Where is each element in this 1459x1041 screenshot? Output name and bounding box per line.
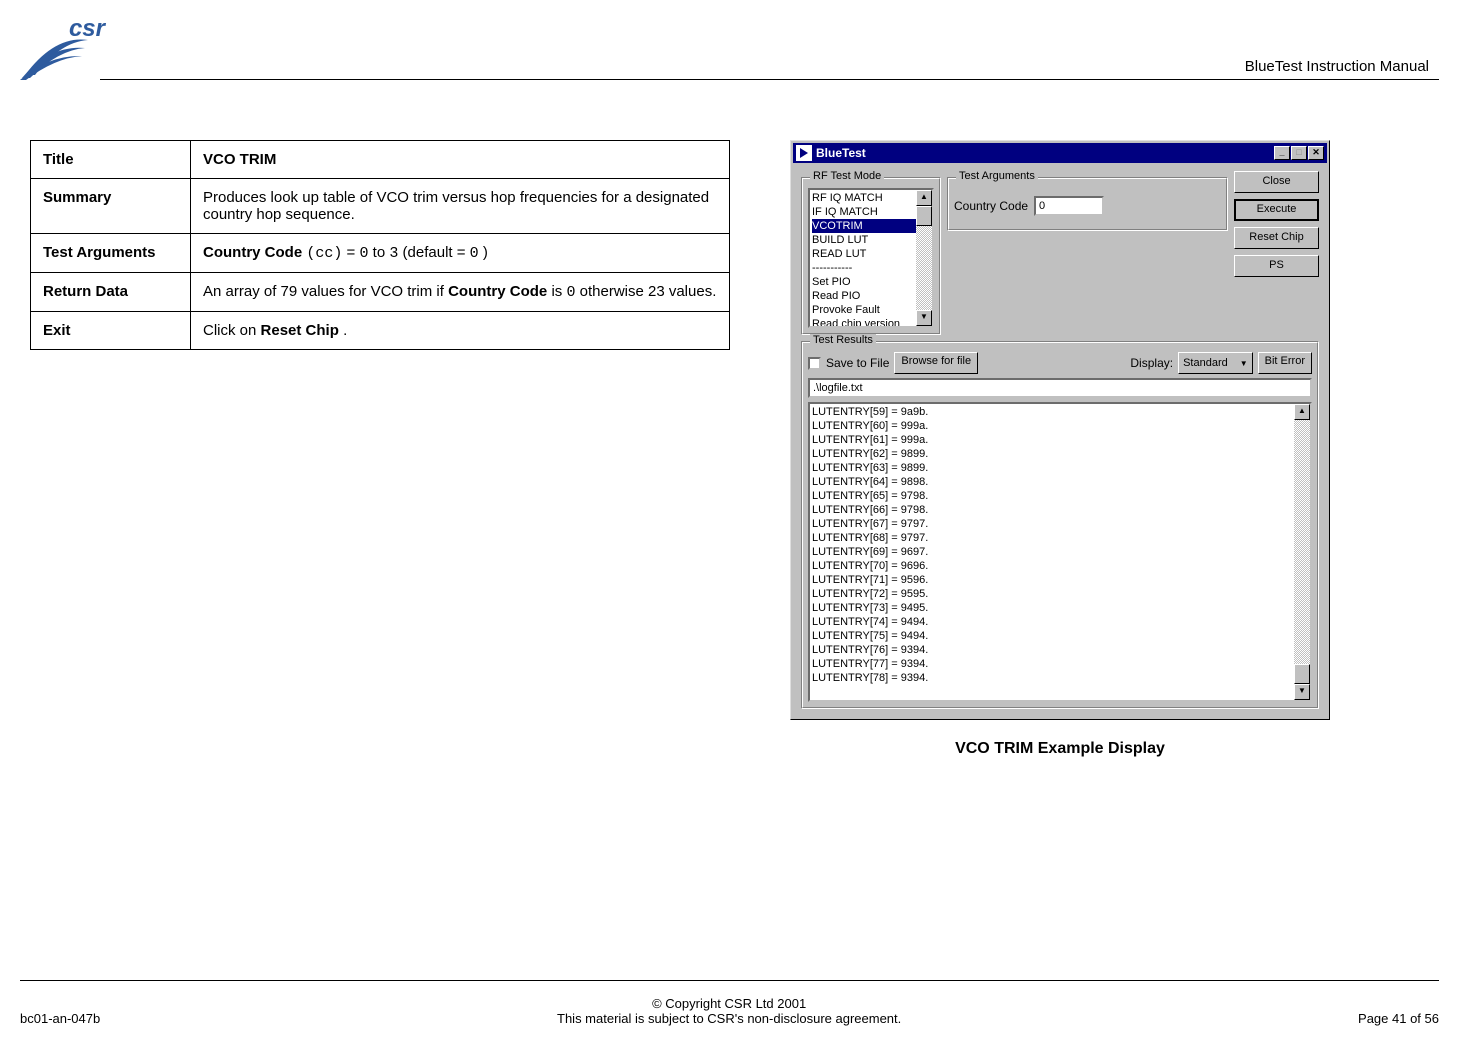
test-results-group: Test Results Save to File Browse for fil… xyxy=(801,341,1319,709)
list-item: LUTENTRY[75] = 9494. xyxy=(812,629,1308,643)
save-to-file-checkbox[interactable] xyxy=(808,357,821,370)
table-row: Return Data An array of 79 values for VC… xyxy=(31,273,730,312)
figure-caption: VCO TRIM Example Display xyxy=(790,740,1330,758)
window-title: BlueTest xyxy=(816,146,1274,160)
info-table: Title VCO TRIM Summary Produces look up … xyxy=(30,140,730,350)
list-item: LUTENTRY[60] = 999a. xyxy=(812,419,1308,433)
page-header: csr BlueTest Instruction Manual xyxy=(0,0,1459,80)
list-item: LUTENTRY[73] = 9495. xyxy=(812,601,1308,615)
page-number: Page 41 of 56 xyxy=(1358,1011,1439,1026)
display-label: Display: xyxy=(1130,356,1173,370)
display-dropdown[interactable]: Standard ▼ xyxy=(1178,352,1253,374)
list-item: LUTENTRY[67] = 9797. xyxy=(812,517,1308,531)
rf-mode-listbox[interactable]: RF IQ MATCHIF IQ MATCHVCOTRIMBUILD LUTRE… xyxy=(808,188,934,328)
app-icon xyxy=(796,145,812,161)
list-item: LUTENTRY[64] = 9898. xyxy=(812,475,1308,489)
bit-error-button[interactable]: Bit Error xyxy=(1258,352,1312,374)
browse-button[interactable]: Browse for file xyxy=(894,352,978,374)
header-rule xyxy=(100,79,1439,80)
list-item[interactable]: VCOTRIM xyxy=(812,219,930,233)
list-item[interactable]: Read chip version xyxy=(812,317,930,328)
list-item: LUTENTRY[65] = 9798. xyxy=(812,489,1308,503)
row-label: Exit xyxy=(31,312,191,350)
logfile-input[interactable] xyxy=(808,378,1312,398)
list-item: LUTENTRY[62] = 9899. xyxy=(812,447,1308,461)
scrollbar[interactable]: ▲ ▼ xyxy=(916,190,932,326)
nda-notice: This material is subject to CSR's non-di… xyxy=(557,1011,901,1026)
minimize-icon[interactable]: _ xyxy=(1274,146,1290,160)
scroll-up-icon[interactable]: ▲ xyxy=(1294,404,1310,420)
ps-button[interactable]: PS xyxy=(1234,255,1319,277)
list-item: LUTENTRY[70] = 9696. xyxy=(812,559,1308,573)
row-value: VCO TRIM xyxy=(191,141,730,179)
reset-chip-button[interactable]: Reset Chip xyxy=(1234,227,1319,249)
list-item: LUTENTRY[69] = 9697. xyxy=(812,545,1308,559)
row-value: Country Code (cc) = 0 to 3 (default = 0 … xyxy=(191,234,730,273)
row-label: Test Arguments xyxy=(31,234,191,273)
scroll-thumb[interactable] xyxy=(916,206,932,226)
titlebar[interactable]: BlueTest _ □ ✕ xyxy=(793,143,1327,163)
table-row: Test Arguments Country Code (cc) = 0 to … xyxy=(31,234,730,273)
row-value: Click on Reset Chip . xyxy=(191,312,730,350)
doc-id: bc01-an-047b xyxy=(20,1011,100,1026)
list-item: LUTENTRY[77] = 9394. xyxy=(812,657,1308,671)
country-code-label: Country Code xyxy=(954,199,1028,213)
maximize-icon[interactable]: □ xyxy=(1291,146,1307,160)
bluetest-window: BlueTest _ □ ✕ RF Test Mode RF IQ MATCHI… xyxy=(790,140,1330,720)
list-item: LUTENTRY[74] = 9494. xyxy=(812,615,1308,629)
table-row: Exit Click on Reset Chip . xyxy=(31,312,730,350)
scroll-down-icon[interactable]: ▼ xyxy=(1294,684,1310,700)
row-value: An array of 79 values for VCO trim if Co… xyxy=(191,273,730,312)
list-item: LUTENTRY[66] = 9798. xyxy=(812,503,1308,517)
rf-test-mode-group: RF Test Mode RF IQ MATCHIF IQ MATCHVCOTR… xyxy=(801,177,941,335)
list-item[interactable]: IF IQ MATCH xyxy=(812,205,930,219)
scroll-thumb[interactable] xyxy=(1294,664,1310,684)
chevron-down-icon: ▼ xyxy=(1240,359,1248,368)
list-item: LUTENTRY[72] = 9595. xyxy=(812,587,1308,601)
scroll-down-icon[interactable]: ▼ xyxy=(916,310,932,326)
copyright: © Copyright CSR Ltd 2001 xyxy=(557,996,901,1011)
close-icon[interactable]: ✕ xyxy=(1308,146,1324,160)
csr-logo: csr xyxy=(20,15,105,80)
row-label: Summary xyxy=(31,179,191,234)
list-item[interactable]: BUILD LUT xyxy=(812,233,930,247)
list-item: LUTENTRY[76] = 9394. xyxy=(812,643,1308,657)
group-label: RF Test Mode xyxy=(810,170,884,182)
execute-button[interactable]: Execute xyxy=(1234,199,1319,221)
country-code-input[interactable] xyxy=(1034,196,1104,216)
close-button[interactable]: Close xyxy=(1234,171,1319,193)
row-value: Produces look up table of VCO trim versu… xyxy=(191,179,730,234)
logo-swoosh-icon xyxy=(20,30,90,80)
list-item[interactable]: ----------- xyxy=(812,261,930,275)
list-item[interactable]: Set PIO xyxy=(812,275,930,289)
list-item: LUTENTRY[59] = 9a9b. xyxy=(812,405,1308,419)
table-row: Summary Produces look up table of VCO tr… xyxy=(31,179,730,234)
list-item[interactable]: Read PIO xyxy=(812,289,930,303)
save-to-file-label: Save to File xyxy=(826,356,889,370)
scrollbar[interactable]: ▲ ▼ xyxy=(1294,404,1310,700)
scroll-up-icon[interactable]: ▲ xyxy=(916,190,932,206)
list-item[interactable]: Provoke Fault xyxy=(812,303,930,317)
row-label: Title xyxy=(31,141,191,179)
group-label: Test Results xyxy=(810,334,876,346)
list-item: LUTENTRY[61] = 999a. xyxy=(812,433,1308,447)
list-item: LUTENTRY[63] = 9899. xyxy=(812,461,1308,475)
page-footer: bc01-an-047b © Copyright CSR Ltd 2001 Th… xyxy=(20,980,1439,1026)
list-item[interactable]: READ LUT xyxy=(812,247,930,261)
row-label: Return Data xyxy=(31,273,191,312)
list-item: LUTENTRY[71] = 9596. xyxy=(812,573,1308,587)
table-row: Title VCO TRIM xyxy=(31,141,730,179)
list-item: LUTENTRY[78] = 9394. xyxy=(812,671,1308,685)
results-listbox[interactable]: LUTENTRY[59] = 9a9b.LUTENTRY[60] = 999a.… xyxy=(808,402,1312,702)
list-item: LUTENTRY[68] = 9797. xyxy=(812,531,1308,545)
document-title: BlueTest Instruction Manual xyxy=(1245,58,1429,75)
list-item[interactable]: RF IQ MATCH xyxy=(812,191,930,205)
group-label: Test Arguments xyxy=(956,170,1038,182)
test-arguments-group: Test Arguments Country Code xyxy=(947,177,1228,231)
